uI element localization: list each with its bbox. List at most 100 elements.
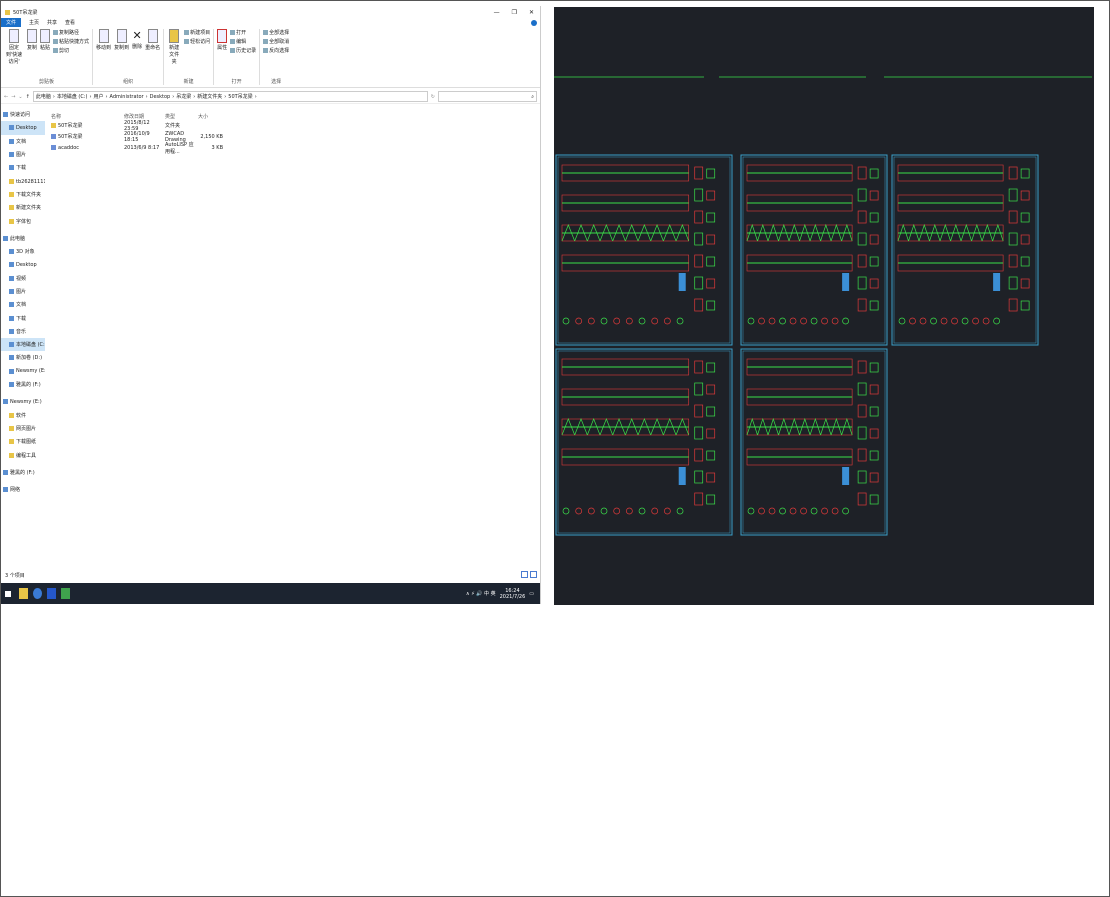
cad-detail bbox=[1020, 168, 1030, 179]
back-arrow-icon[interactable]: ← bbox=[4, 94, 8, 100]
sidebar-item[interactable]: 此电脑 bbox=[1, 232, 45, 245]
large-icons-view-icon[interactable] bbox=[530, 571, 537, 578]
app-task-icon[interactable] bbox=[61, 588, 70, 599]
sidebar-item[interactable]: 图片 bbox=[1, 285, 45, 298]
copy-button[interactable]: 复制 bbox=[27, 29, 37, 51]
cad-detail bbox=[706, 278, 716, 289]
sidebar-item[interactable]: 雅黑的 (F:) bbox=[1, 378, 45, 391]
breadcrumb-item[interactable]: Desktop bbox=[150, 94, 171, 100]
copy-path-button[interactable]: 复制路径 bbox=[53, 29, 89, 36]
search-input[interactable]: ⌕ bbox=[438, 91, 537, 102]
tab-share[interactable]: 共享 bbox=[47, 19, 57, 26]
sidebar-item[interactable]: 图片 bbox=[1, 148, 45, 161]
history-button[interactable]: 历史记录 bbox=[230, 47, 256, 54]
sidebar-item[interactable]: 下载 bbox=[1, 311, 45, 324]
new-item-button[interactable]: 新建项目 bbox=[184, 29, 210, 36]
move-to-button[interactable]: 移动到 bbox=[96, 29, 111, 51]
cad-drawing-canvas[interactable] bbox=[554, 7, 1094, 605]
sidebar-item[interactable]: 本地磁盘 (C:) bbox=[1, 338, 45, 352]
column-type[interactable]: 类型 bbox=[165, 113, 198, 120]
breadcrumb-item[interactable]: 用户 bbox=[94, 93, 104, 100]
tray-icons[interactable]: ∧ ⚡ 🔊 中 英 bbox=[466, 590, 496, 597]
file-explorer-task-icon[interactable] bbox=[19, 588, 28, 599]
sidebar-item[interactable]: 网络 bbox=[1, 483, 45, 496]
breadcrumb-item[interactable]: 此电脑 bbox=[36, 93, 51, 100]
forward-arrow-icon[interactable]: → bbox=[11, 94, 15, 100]
invert-selection-button[interactable]: 反向选择 bbox=[263, 47, 289, 54]
group-label: 组织 bbox=[123, 79, 134, 85]
breadcrumb-item[interactable]: 50T吊龙梁 bbox=[228, 93, 252, 100]
notification-icon[interactable]: ▭ bbox=[529, 591, 534, 597]
table-row[interactable]: 50T吊龙梁 2015/8/12 23:59 文件夹 bbox=[49, 120, 540, 132]
new-folder-button[interactable]: 新建文件夹 bbox=[167, 29, 181, 65]
breadcrumb-item[interactable]: 本地磁盘 (C:) bbox=[57, 93, 88, 100]
sidebar-item[interactable]: 下载文件夹 bbox=[1, 188, 45, 201]
sidebar-item[interactable]: 下载 bbox=[1, 161, 45, 174]
table-row[interactable]: 50T吊龙梁 2016/10/9 18:15 ZWCAD Drawing 2,150 … bbox=[49, 131, 540, 143]
sidebar-item[interactable]: 软件 bbox=[1, 409, 45, 422]
sidebar-item[interactable]: 文档 bbox=[1, 135, 45, 148]
sidebar-item-label: 下载 bbox=[16, 165, 27, 172]
open-button[interactable]: 打开 bbox=[230, 29, 256, 36]
sidebar-item[interactable]: 雅黑的 (F:) bbox=[1, 466, 45, 479]
pin-quick-access-button[interactable]: 固定到'快速访问' bbox=[4, 29, 24, 65]
maximize-button[interactable]: ❐ bbox=[512, 9, 517, 16]
edit-button[interactable]: 编辑 bbox=[230, 38, 256, 45]
sidebar-item[interactable]: tb2628111130 【图 bbox=[1, 174, 45, 187]
help-icon[interactable] bbox=[531, 19, 537, 26]
sidebar-item[interactable]: Newsmy (E:) bbox=[1, 395, 45, 408]
cad-detail bbox=[694, 210, 704, 224]
sidebar-item[interactable]: 文档 bbox=[1, 298, 45, 311]
sidebar-item[interactable]: 编程工具 bbox=[1, 448, 45, 461]
up-arrow-icon[interactable]: ↑ bbox=[26, 94, 30, 100]
sidebar-item[interactable]: 快速访问 bbox=[1, 108, 45, 121]
tab-view[interactable]: 查看 bbox=[65, 19, 75, 26]
copy-to-button[interactable]: 复制到 bbox=[114, 29, 129, 51]
sidebar-item-label: 此电脑 bbox=[10, 235, 26, 242]
column-name[interactable]: 名称 bbox=[49, 113, 124, 120]
delete-button[interactable]: ✕ 删除 bbox=[132, 29, 142, 50]
copy-icon bbox=[27, 29, 37, 43]
clock[interactable]: 16:24 2021/7/26 bbox=[500, 588, 526, 600]
breadcrumb-item[interactable]: 新建文件夹 bbox=[197, 93, 222, 100]
easy-access-button[interactable]: 轻松访问 bbox=[184, 38, 210, 45]
browser-task-icon[interactable] bbox=[33, 588, 42, 599]
sidebar-item-label: 雅黑的 (F:) bbox=[10, 469, 35, 476]
cut-button[interactable]: 剪切 bbox=[53, 47, 89, 54]
cad-detail bbox=[694, 298, 704, 312]
details-view-icon[interactable] bbox=[521, 571, 528, 578]
breadcrumb-item[interactable]: 吊龙梁 bbox=[176, 93, 191, 100]
cad-section-detail bbox=[842, 317, 849, 325]
chevron-down-icon[interactable]: ⌄ bbox=[18, 94, 22, 100]
sidebar-item[interactable]: 新加卷 (D:) bbox=[1, 351, 45, 364]
column-size[interactable]: 大小 bbox=[198, 113, 223, 120]
table-row[interactable]: acaddoc 2013/6/9 8:17 AutoLISP 应用程... 3 KB bbox=[49, 142, 540, 155]
paste-shortcut-button[interactable]: 粘贴快捷方式 bbox=[53, 38, 89, 45]
rename-button[interactable]: 重命名 bbox=[145, 29, 160, 51]
select-all-button[interactable]: 全部选择 bbox=[263, 29, 289, 36]
sidebar-item[interactable]: Newsmy (E:) bbox=[1, 365, 45, 378]
paste-button[interactable]: 粘贴 bbox=[40, 29, 50, 51]
tab-file[interactable]: 文件 bbox=[1, 18, 22, 27]
minimize-button[interactable]: — bbox=[494, 9, 500, 16]
sidebar-item[interactable]: 网页图片 bbox=[1, 422, 45, 435]
properties-button[interactable]: 属性 bbox=[217, 29, 227, 51]
refresh-icon[interactable]: ↻ bbox=[431, 94, 435, 100]
sidebar-item[interactable]: 字体包 bbox=[1, 214, 45, 227]
cad-detail bbox=[869, 256, 879, 267]
sidebar-item[interactable]: Desktop bbox=[1, 121, 45, 135]
sidebar-item[interactable]: 视频 bbox=[1, 272, 45, 285]
zwcad-task-icon[interactable] bbox=[47, 588, 56, 599]
breadcrumb-item[interactable]: Administrator bbox=[110, 94, 144, 100]
select-none-button[interactable]: 全部取消 bbox=[263, 38, 289, 45]
address-bar[interactable]: 此电脑 › 本地磁盘 (C:) › 用户 › Administrator › Desktop › 吊… bbox=[32, 91, 428, 102]
tab-home[interactable]: 主页 bbox=[29, 19, 39, 26]
cad-table bbox=[842, 273, 850, 291]
close-button[interactable]: ✕ bbox=[529, 9, 534, 16]
sidebar-item[interactable]: 下载图纸 bbox=[1, 435, 45, 448]
sidebar-item[interactable]: 新建文件夹 bbox=[1, 201, 45, 214]
sidebar-item[interactable]: 音乐 bbox=[1, 325, 45, 338]
sidebar-item[interactable]: Desktop bbox=[1, 258, 45, 271]
sidebar-item[interactable]: 3D 对象 bbox=[1, 245, 45, 258]
windows-start-icon[interactable] bbox=[5, 590, 11, 597]
